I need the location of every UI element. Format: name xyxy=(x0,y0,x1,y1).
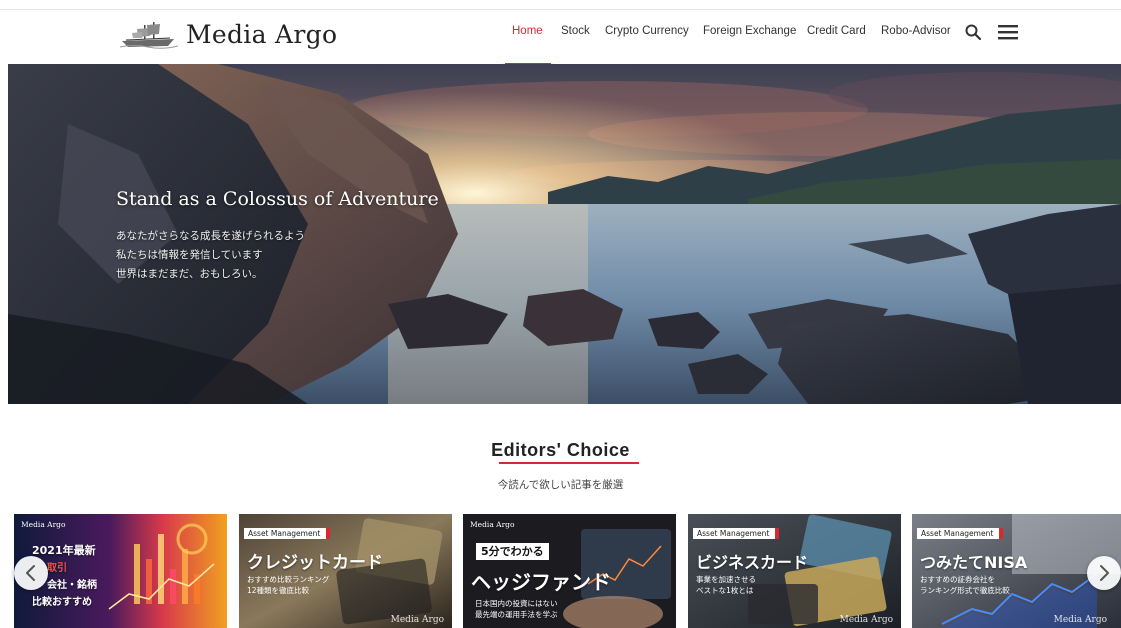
editors-choice-subtitle: 今読んで欲しい記事を厳選 xyxy=(497,479,624,491)
site-logo[interactable]: Media Argo xyxy=(120,16,337,52)
nav-home[interactable]: Home xyxy=(512,25,543,45)
ship-logo-icon xyxy=(120,22,178,49)
card-brand-label: Media Argo xyxy=(21,520,66,529)
carousel-next-button[interactable] xyxy=(1087,556,1121,590)
card-description-line-1: おすすめの証券会社を xyxy=(920,575,995,584)
search-icon[interactable] xyxy=(964,23,982,41)
carousel-prev-button[interactable] xyxy=(14,556,48,590)
nav-robo-advisor[interactable]: Robo-Advisor xyxy=(881,25,951,45)
card-headline: ヘッジファンド xyxy=(471,570,611,594)
card-headline-line-2: 取引 xyxy=(47,563,67,574)
hero-tagline-2: 私たちは情報を発信しています xyxy=(116,249,263,261)
article-card-credit-card[interactable]: Asset Management クレジットカード おすすめ比較ランキング 12… xyxy=(239,514,452,628)
card-description-line-1: 事業を加速させる xyxy=(696,575,756,584)
card-watermark: Media Argo xyxy=(839,615,893,625)
editors-choice-title: Editors' Choice xyxy=(491,440,630,460)
card-category-tag: Asset Management xyxy=(693,528,780,539)
chevron-right-icon xyxy=(1100,565,1109,581)
card-description-line-1: 日本国内の投資にはない xyxy=(475,599,558,608)
editors-choice-underline xyxy=(499,462,639,464)
card-description-line-2: 最先端の運用手法を学ぶ xyxy=(475,610,558,619)
site-header: Media Argo Home Stock Crypto Currency Fo… xyxy=(0,10,1121,64)
card-description-line-1: おすすめ比較ランキング xyxy=(247,575,330,584)
hero-title: Stand as a Colossus of Adventure xyxy=(116,188,439,210)
nav-crypto-currency[interactable]: Crypto Currency xyxy=(605,25,689,45)
article-card-hedge-fund[interactable]: Media Argo 5分でわかる ヘッジファンド 日本国内の投資にはない 最先… xyxy=(463,514,676,628)
card-headline: ビジネスカード xyxy=(696,553,809,572)
card-brand-label: Media Argo xyxy=(470,520,515,529)
logo-text: Media Argo xyxy=(186,19,338,49)
nav-foreign-exchange[interactable]: Foreign Exchange xyxy=(703,25,796,45)
hero-tagline-3: 世界はまだまだ、おもしろい。 xyxy=(116,268,263,280)
card-watermark: Media Argo xyxy=(390,615,444,625)
card-category-tag: Asset Management xyxy=(917,528,1004,539)
card-headline-line-3: 会社・銘柄 xyxy=(47,580,97,591)
nav-stock[interactable]: Stock xyxy=(561,25,590,45)
nav-credit-card[interactable]: Credit Card xyxy=(807,25,866,45)
card-badge: 5分でわかる xyxy=(476,543,549,560)
card-description-line-2: ベストな1枚とは xyxy=(696,586,754,595)
hero-banner: Stand as a Colossus of Adventure あなたがさらな… xyxy=(8,64,1121,404)
card-description-line-2: ランキング形式で徹底比較 xyxy=(920,586,1010,595)
card-headline: クレジットカード xyxy=(247,553,383,573)
card-description-line-2: 12種類を徹底比較 xyxy=(247,586,310,595)
article-card-business-card[interactable]: Asset Management ビジネスカード 事業を加速させる ベストな1枚… xyxy=(688,514,901,628)
card-watermark: Media Argo xyxy=(1053,615,1107,625)
card-category-tag: Asset Management xyxy=(244,528,331,539)
card-headline: つみたてNISA xyxy=(920,553,1028,572)
hamburger-menu-icon[interactable] xyxy=(998,23,1018,41)
chevron-left-icon xyxy=(26,565,35,581)
hero-tagline-1: あなたがさらなる成長を遂げられるよう xyxy=(116,230,305,242)
card-headline-line-4: 比較おすすめ xyxy=(32,597,92,608)
